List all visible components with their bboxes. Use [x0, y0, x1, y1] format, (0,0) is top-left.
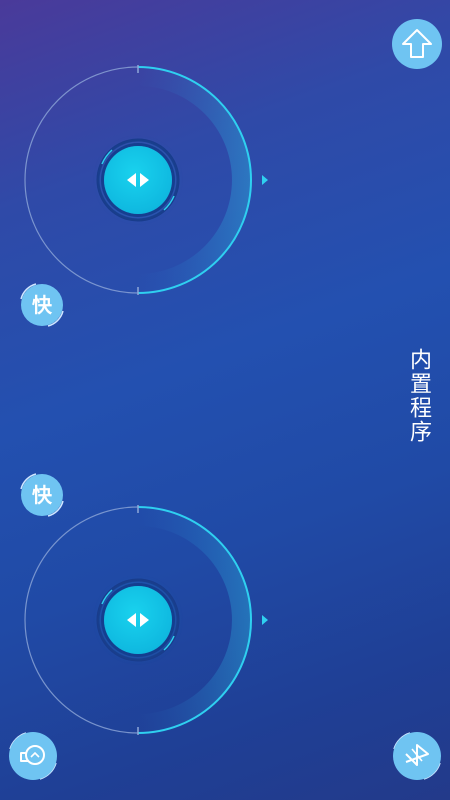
bottom-joystick[interactable]	[22, 504, 254, 736]
top-joystick-knob[interactable]	[104, 146, 172, 214]
fast-button-bottom[interactable]: 快	[16, 469, 68, 521]
top-joystick[interactable]	[22, 64, 254, 296]
up-arrow-icon	[402, 29, 432, 58]
fast-button-bottom-label: 快	[32, 483, 52, 507]
light-button[interactable]	[4, 727, 62, 785]
left-right-arrows-icon	[127, 173, 149, 187]
bottom-joystick-marker	[262, 615, 268, 625]
fast-button-top-label: 快	[32, 293, 52, 317]
up-button[interactable]	[387, 14, 447, 74]
builtin-program-button[interactable]: 内置程序	[402, 348, 434, 444]
bluetooth-button[interactable]	[388, 727, 446, 785]
fast-button-top[interactable]: 快	[16, 279, 68, 331]
bluetooth-icon	[405, 744, 429, 766]
left-right-arrows-icon	[127, 613, 149, 627]
lightbulb-icon	[20, 745, 45, 765]
bottom-joystick-knob[interactable]	[104, 586, 172, 654]
top-joystick-marker	[262, 175, 268, 185]
